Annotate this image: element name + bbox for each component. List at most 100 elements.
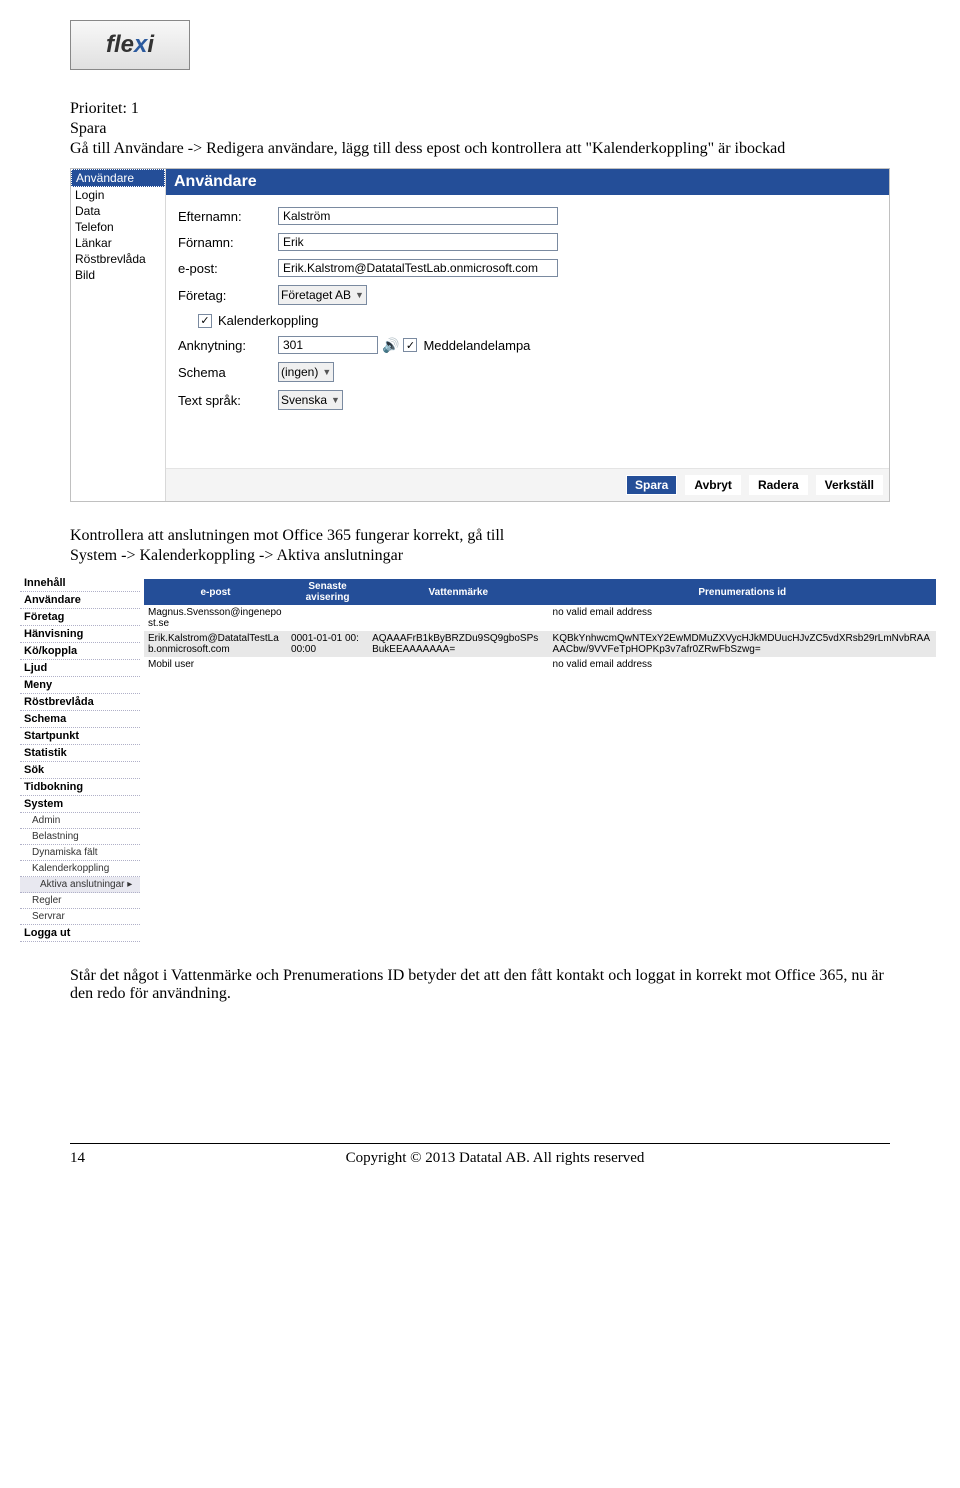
mid-line1: Kontrollera att anslutningen mot Office …	[70, 527, 890, 545]
efternamn-label: Efternamn:	[178, 209, 278, 224]
ss2-main: e-post Senaste avisering Vattenmärke Pre…	[140, 575, 940, 942]
ss1-header: Användare	[166, 169, 889, 195]
nav2-startpunkt[interactable]: Startpunkt	[20, 728, 140, 745]
cell-epost: Magnus.Svensson@ingenepost.se	[144, 605, 287, 631]
nav2-loggaut[interactable]: Logga ut	[20, 925, 140, 942]
epost-input[interactable]	[278, 259, 558, 277]
nav2-schema[interactable]: Schema	[20, 711, 140, 728]
cell-vatten	[368, 657, 548, 672]
nav2-servrar[interactable]: Servrar	[20, 909, 140, 925]
nav2-sok[interactable]: Sök	[20, 762, 140, 779]
table-row: Magnus.Svensson@ingenepost.se no valid e…	[144, 605, 936, 631]
sound-icon[interactable]: 🔊	[382, 337, 399, 354]
dropdown-icon: ▼	[355, 290, 364, 300]
connections-table: e-post Senaste avisering Vattenmärke Pre…	[144, 579, 936, 672]
screenshot-user-form: Användare Login Data Telefon Länkar Röst…	[70, 168, 890, 502]
nav-login[interactable]: Login	[71, 187, 165, 203]
table-row: Mobil user no valid email address	[144, 657, 936, 672]
nav-lankar[interactable]: Länkar	[71, 235, 165, 251]
nav-data[interactable]: Data	[71, 203, 165, 219]
nav2-kokoppla[interactable]: Kö/koppla	[20, 643, 140, 660]
nav2-kalenderkoppling[interactable]: Kalenderkoppling	[20, 861, 140, 877]
kalender-checkbox[interactable]: ✓	[198, 314, 212, 328]
nav2-aktiva[interactable]: Aktiva anslutningar ▸	[20, 877, 140, 893]
nav-rostbrevlada[interactable]: Röstbrevlåda	[71, 251, 165, 267]
intro-line2: Spara	[70, 120, 890, 138]
ss1-form: Efternamn: Förnamn: e-post: Företag: För…	[166, 195, 889, 468]
verkstall-button[interactable]: Verkställ	[816, 475, 883, 495]
avbryt-button[interactable]: Avbryt	[685, 475, 741, 495]
col-pren[interactable]: Prenumerations id	[549, 579, 936, 605]
schema-select[interactable]: (ingen) ▼	[278, 362, 334, 382]
cell-pren: no valid email address	[549, 605, 936, 631]
table-row: Erik.Kalstrom@DatatalTestLab.onmicrosoft…	[144, 631, 936, 657]
nav-anvandare[interactable]: Användare	[71, 169, 165, 187]
nav-telefon[interactable]: Telefon	[71, 219, 165, 235]
dropdown-icon: ▼	[322, 367, 331, 377]
logo-text: flexi	[106, 31, 154, 59]
col-vatten[interactable]: Vattenmärke	[368, 579, 548, 605]
nav2-dynamiska[interactable]: Dynamiska fält	[20, 845, 140, 861]
schema-label: Schema	[178, 365, 278, 380]
page-number: 14	[70, 1150, 100, 1167]
anknytning-label: Anknytning:	[178, 338, 278, 353]
sprak-select[interactable]: Svenska ▼	[278, 390, 343, 410]
dropdown-icon: ▼	[331, 395, 340, 405]
nav2-hanvisning[interactable]: Hänvisning	[20, 626, 140, 643]
cell-vatten: AQAAAFrB1kByBRZDu9SQ9gboSPsBukEEAAAAAAA=	[368, 631, 548, 657]
nav2-admin[interactable]: Admin	[20, 813, 140, 829]
anknytning-input[interactable]	[278, 336, 378, 354]
nav2-statistik[interactable]: Statistik	[20, 745, 140, 762]
nav2-meny[interactable]: Meny	[20, 677, 140, 694]
ss2-nav: Innehåll Användare Företag Hänvisning Kö…	[20, 575, 140, 942]
meddelande-label: Meddelandelampa	[423, 338, 530, 353]
kalender-label: Kalenderkoppling	[218, 313, 318, 328]
foretag-select[interactable]: Företaget AB ▼	[278, 285, 367, 305]
cell-epost: Erik.Kalstrom@DatatalTestLab.onmicrosoft…	[144, 631, 287, 657]
nav2-belastning[interactable]: Belastning	[20, 829, 140, 845]
ss1-nav: Användare Login Data Telefon Länkar Röst…	[71, 169, 166, 501]
ss1-buttons: Spara Avbryt Radera Verkställ	[166, 468, 889, 501]
sprak-label: Text språk:	[178, 393, 278, 408]
cell-vatten	[368, 605, 548, 631]
cell-epost: Mobil user	[144, 657, 287, 672]
nav2-regler[interactable]: Regler	[20, 893, 140, 909]
cell-pren: no valid email address	[549, 657, 936, 672]
fornamn-input[interactable]	[278, 233, 558, 251]
epost-label: e-post:	[178, 261, 278, 276]
foretag-label: Företag:	[178, 288, 278, 303]
fornamn-label: Förnamn:	[178, 235, 278, 250]
nav2-anvandare[interactable]: Användare	[20, 592, 140, 609]
intro-text: Prioritet: 1 Spara Gå till Användare -> …	[70, 100, 890, 158]
cell-pren: KQBkYnhwcmQwNTExY2EwMDMuZXVycHJkMDUucHJv…	[549, 631, 936, 657]
intro-line3: Gå till Användare -> Redigera användare,…	[70, 140, 890, 158]
cell-avisering: 0001-01-01 00:00:00	[287, 631, 368, 657]
nav2-foretag[interactable]: Företag	[20, 609, 140, 626]
sprak-value: Svenska	[281, 393, 327, 407]
schema-value: (ingen)	[281, 365, 318, 379]
efternamn-input[interactable]	[278, 207, 558, 225]
footer-copyright: Copyright © 2013 Datatal AB. All rights …	[100, 1150, 890, 1167]
screenshot-connections: Innehåll Användare Företag Hänvisning Kö…	[20, 575, 940, 942]
nav2-rostbrevlada[interactable]: Röstbrevlåda	[20, 694, 140, 711]
mid-text: Kontrollera att anslutningen mot Office …	[70, 527, 890, 565]
intro-line1: Prioritet: 1	[70, 100, 890, 118]
col-avisering[interactable]: Senaste avisering	[287, 579, 368, 605]
col-epost[interactable]: e-post	[144, 579, 287, 605]
cell-avisering	[287, 605, 368, 631]
end-paragraph: Står det något i Vattenmärke och Prenume…	[70, 967, 890, 1003]
ss1-main: Användare Efternamn: Förnamn: e-post: Fö…	[166, 169, 889, 501]
end-text: Står det något i Vattenmärke och Prenume…	[70, 967, 890, 1003]
nav2-tidbokning[interactable]: Tidbokning	[20, 779, 140, 796]
nav2-innehall[interactable]: Innehåll	[20, 575, 140, 592]
nav2-ljud[interactable]: Ljud	[20, 660, 140, 677]
footer: 14 Copyright © 2013 Datatal AB. All righ…	[70, 1143, 890, 1167]
nav2-system[interactable]: System	[20, 796, 140, 813]
meddelande-checkbox[interactable]: ✓	[403, 338, 417, 352]
foretag-value: Företaget AB	[281, 288, 351, 302]
cell-avisering	[287, 657, 368, 672]
spara-button[interactable]: Spara	[626, 475, 677, 495]
radera-button[interactable]: Radera	[749, 475, 808, 495]
logo: flexi	[70, 20, 190, 70]
nav-bild[interactable]: Bild	[71, 267, 165, 283]
